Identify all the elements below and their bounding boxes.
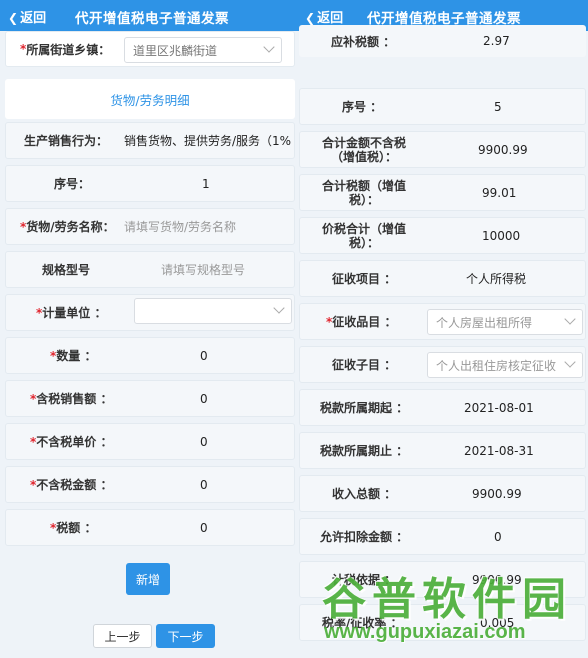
levy-category-label: * 征收品目 ： [326, 314, 397, 330]
prod-behavior-row[interactable]: 生产销售行为： 销售货物、提供劳务/服务（1% [5, 122, 295, 159]
tax-label: * 税额 ： [50, 520, 97, 536]
period-start-label: 税款所属期起 ： [320, 401, 409, 415]
header-bar: ❮ 返回 代开增值税电子普通发票 [0, 0, 297, 31]
seq-row: 序号： 1 [5, 165, 295, 202]
period-start-value: 2021-08-01 [464, 400, 534, 415]
prod-behavior-value: 销售货物、提供劳务/服务（1% [124, 134, 292, 148]
levy-subitem-row: 征收子目 ： 个人出租住房核定征收 [299, 346, 586, 383]
levy-item-value: 个人所得税 [466, 272, 527, 286]
total-incl-value: 10000 [482, 228, 521, 243]
watermark: 谷普软件园 www.gupuxiazai.com [318, 563, 586, 655]
tax-sales-label: * 含税销售额 ： [30, 391, 113, 407]
amount-value[interactable]: 0 [200, 467, 208, 502]
goods-name-label: * 货物/劳务名称： [20, 219, 115, 235]
watermark-cn: 谷普软件园 [322, 575, 572, 624]
amount-row: * 不含税金额 ： 0 [5, 466, 295, 503]
levy-category-select[interactable]: 个人房屋出租所得 [427, 309, 583, 335]
spec-input[interactable]: 请填写规格型号 [161, 252, 245, 287]
allowed-deduction-value: 0 [494, 529, 502, 544]
allowed-deduction-label: 允许扣除金额 ： [320, 530, 409, 544]
spec-row: 规格型号 请填写规格型号 [5, 251, 295, 288]
unit-price-label: * 不含税单价 ： [30, 434, 113, 450]
section-header: 货物/劳务明细 [5, 79, 295, 119]
goods-name-input[interactable]: 请填写货物/劳务名称 [124, 209, 236, 244]
section-title: 货物/劳务明细 [110, 92, 190, 108]
unit-row: * 计量单位 ： [5, 294, 295, 331]
watermark-url: www.gupuxiazai.com [324, 621, 526, 643]
right-screen: ❮ 返回 代开增值税电子普通发票 应补税额 ： 2.97 序号 ： 5 合计金额不… [297, 0, 588, 658]
chevron-left-icon: ❮ [305, 11, 316, 25]
seq-row: 序号 ： 5 [299, 88, 586, 125]
levy-item-label: 征收项目 ： [332, 272, 397, 286]
seq-value: 1 [202, 176, 210, 191]
quantity-row: * 数量 ： 0 [5, 337, 295, 374]
total-incl-row: 价税合计（增值 税）： 10000 [299, 217, 586, 254]
prev-button[interactable]: 上一步 [93, 624, 152, 648]
street-row: * 所属街道乡镇： 道里区兆麟街道 [5, 31, 295, 67]
unit-price-value[interactable]: 0 [200, 424, 208, 459]
period-end-label: 税款所属期止 ： [320, 444, 409, 458]
total-tax-row: 合计税额（增值 税）： 99.01 [299, 174, 586, 211]
spec-label: 规格型号 [42, 263, 91, 277]
tax-row: * 税额 ： 0 [5, 509, 295, 546]
levy-item-row: 征收项目 ： 个人所得税 [299, 260, 586, 297]
quantity-label: * 数量 ： [50, 348, 97, 364]
tax-sales-row: * 含税销售额 ： 0 [5, 380, 295, 417]
seq-value: 5 [494, 99, 502, 114]
chevron-down-icon [263, 41, 275, 53]
prod-behavior-label: 生产销售行为： [24, 134, 109, 148]
tax-sales-value[interactable]: 0 [200, 381, 208, 416]
allowed-deduction-row: 允许扣除金额 ： 0 [299, 518, 586, 555]
chevron-left-icon: ❮ [8, 11, 19, 25]
back-button[interactable]: ❮ 返回 [8, 7, 46, 26]
total-excl-row: 合计金额不含税 （增值税）： 9900.99 [299, 131, 586, 168]
seq-label: 序号 ： [342, 100, 383, 114]
unit-price-row: * 不含税单价 ： 0 [5, 423, 295, 460]
left-screen: ❮ 返回 代开增值税电子普通发票 * 所属街道乡镇： 道里区兆麟街道 货物/劳务明细… [0, 0, 297, 658]
back-button[interactable]: ❮ 返回 [305, 7, 343, 26]
street-select[interactable]: 道里区兆麟街道 [124, 37, 282, 63]
total-incl-label: 价税合计（增值 税）： [322, 221, 407, 250]
total-tax-value: 99.01 [482, 185, 517, 200]
period-end-row: 税款所属期止 ： 2021-08-31 [299, 432, 586, 469]
total-excl-value: 9900.99 [478, 142, 528, 157]
street-label: * 所属街道乡镇： [20, 42, 111, 57]
income-total-value: 9900.99 [472, 486, 522, 501]
chevron-down-icon [273, 302, 285, 314]
levy-subitem-label: 征收子目 ： [332, 358, 397, 372]
chevron-down-icon [564, 356, 576, 368]
levy-category-row: * 征收品目 ： 个人房屋出租所得 [299, 303, 586, 340]
page-title: 代开增值税电子普通发票 [75, 11, 229, 27]
quantity-value[interactable]: 0 [200, 338, 208, 373]
period-end-value: 2021-08-31 [464, 443, 534, 458]
page-title: 代开增值税电子普通发票 [367, 11, 521, 27]
amount-label: * 不含税金额 ： [30, 477, 113, 493]
supp-tax-row: 应补税额 ： 2.97 [299, 25, 586, 57]
add-button[interactable]: 新增 [126, 563, 170, 595]
tax-value[interactable]: 0 [200, 510, 208, 545]
seq-label: 序号： [54, 177, 91, 191]
period-start-row: 税款所属期起 ： 2021-08-01 [299, 389, 586, 426]
income-total-row: 收入总额 ： 9900.99 [299, 475, 586, 512]
levy-subitem-select[interactable]: 个人出租住房核定征收 [427, 352, 583, 378]
unit-select[interactable] [134, 298, 292, 324]
back-label: 返回 [20, 11, 47, 26]
supp-tax-value: 2.97 [483, 34, 510, 48]
income-total-label: 收入总额 ： [332, 487, 397, 501]
goods-name-row: * 货物/劳务名称： 请填写货物/劳务名称 [5, 208, 295, 245]
total-excl-label: 合计金额不含税 （增值税）： [322, 135, 407, 164]
next-button[interactable]: 下一步 [156, 624, 215, 648]
total-tax-label: 合计税额（增值 税）： [322, 178, 407, 207]
unit-label: * 计量单位 ： [36, 305, 107, 321]
supp-tax-label: 应补税额 ： [331, 34, 396, 49]
chevron-down-icon [564, 313, 576, 325]
back-label: 返回 [317, 11, 344, 26]
